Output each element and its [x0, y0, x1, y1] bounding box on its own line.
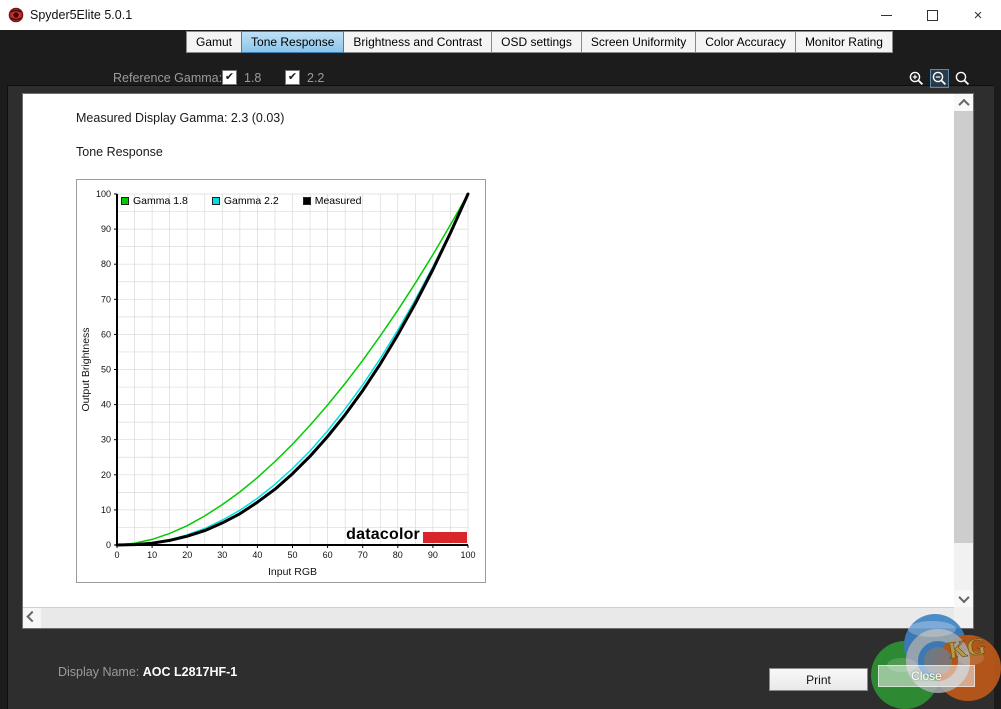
zoom-reset-icon [955, 71, 970, 86]
legend-label: Gamma 1.8 [133, 195, 188, 207]
legend-swatch-black [302, 197, 311, 205]
tab-screen-uniformity[interactable]: Screen Uniformity [580, 31, 697, 53]
chart-section-title: Tone Response [76, 145, 163, 159]
print-button[interactable]: Print [769, 668, 868, 691]
legend-swatch-cyan [211, 197, 220, 205]
datacolor-logo-text: datacolor [346, 526, 420, 543]
chart-legend: Gamma 1.8 Gamma 2.2 Measured [121, 195, 361, 207]
svg-text:80: 80 [101, 259, 111, 269]
chart-plot: 0 10 20 30 40 50 60 70 80 90 100 0 10 20 30 40 50 60 70 80 9… [80, 189, 476, 578]
legend-item-gamma-2-2: Gamma 2.2 [211, 195, 279, 207]
legend-swatch-green [121, 197, 129, 205]
reference-gamma-2-2-checkbox[interactable] [285, 70, 300, 85]
svg-text:20: 20 [182, 550, 192, 560]
reference-gamma-2-2-label: 2.2 [307, 71, 325, 85]
scroll-left-button[interactable] [23, 608, 41, 628]
tab-monitor-rating[interactable]: Monitor Rating [794, 31, 893, 53]
legend-item-measured: Measured [302, 195, 362, 207]
spyder-app-icon [8, 7, 24, 23]
svg-text:90: 90 [428, 550, 438, 560]
display-name-label: Display Name: [58, 665, 140, 679]
svg-text:Input RGB: Input RGB [268, 566, 317, 578]
zoom-out-icon [932, 71, 947, 86]
svg-text:40: 40 [101, 400, 111, 410]
reference-gamma-1-8-checkbox[interactable] [222, 70, 237, 85]
svg-text:30: 30 [101, 435, 111, 445]
datacolor-logo: datacolor [346, 527, 467, 546]
maximize-icon [926, 9, 938, 21]
chevron-down-icon [957, 591, 970, 603]
svg-text:70: 70 [101, 294, 111, 304]
svg-text:10: 10 [101, 505, 111, 515]
window-controls: × [863, 0, 1001, 30]
tab-brightness-and-contrast[interactable]: Brightness and Contrast [343, 31, 493, 53]
window-title: Spyder5Elite 5.0.1 [30, 8, 133, 22]
chevron-left-icon [26, 610, 38, 623]
scroll-up-button[interactable] [954, 94, 973, 111]
close-icon: × [973, 6, 983, 24]
tab-osd-settings[interactable]: OSD settings [491, 31, 582, 53]
svg-text:30: 30 [217, 550, 227, 560]
title-bar: Spyder5Elite 5.0.1 × [0, 0, 1001, 30]
vertical-scrollbar[interactable] [954, 94, 973, 607]
spyder5elite-window: Spyder5Elite 5.0.1 × Gamut Tone Response… [0, 0, 1001, 709]
scrollbar-corner [954, 607, 973, 628]
zoom-in-icon [909, 71, 924, 86]
vertical-scrollbar-thumb[interactable] [954, 111, 973, 543]
datacolor-logo-red-bar [423, 532, 467, 543]
tone-response-chart: 0 10 20 30 40 50 60 70 80 90 100 0 10 20 30 40 50 60 70 80 9… [76, 179, 486, 583]
svg-text:40: 40 [252, 550, 262, 560]
tab-color-accuracy[interactable]: Color Accuracy [695, 31, 796, 53]
close-window-button[interactable]: × [955, 0, 1001, 30]
svg-text:100: 100 [460, 550, 475, 560]
tab-tone-response[interactable]: Tone Response [241, 31, 345, 53]
maximize-button[interactable] [909, 0, 955, 30]
minimize-icon [880, 14, 892, 16]
svg-text:Output Brightness: Output Brightness [80, 327, 92, 411]
reference-gamma-1-8-label: 1.8 [244, 71, 262, 85]
svg-text:50: 50 [287, 550, 297, 560]
svg-text:90: 90 [101, 224, 111, 234]
display-name-value: AOC L2817HF-1 [142, 665, 238, 679]
svg-text:80: 80 [393, 550, 403, 560]
svg-text:0: 0 [114, 550, 119, 560]
zoom-reset-button[interactable] [953, 69, 972, 88]
svg-text:20: 20 [101, 470, 111, 480]
svg-text:70: 70 [358, 550, 368, 560]
legend-item-gamma-1-8: Gamma 1.8 [121, 195, 188, 207]
svg-text:0: 0 [106, 540, 111, 550]
close-button[interactable]: Close [878, 665, 975, 687]
horizontal-scrollbar[interactable] [23, 607, 954, 628]
chevron-up-icon [957, 98, 970, 110]
svg-text:100: 100 [96, 189, 111, 199]
minimize-button[interactable] [863, 0, 909, 30]
tab-bar: Gamut Tone Response Brightness and Contr… [186, 31, 893, 53]
report-panel: Measured Display Gamma: 2.3 (0.03) Tone … [22, 93, 974, 629]
legend-label: Gamma 2.2 [223, 195, 279, 207]
svg-text:60: 60 [323, 550, 333, 560]
zoom-out-button[interactable] [930, 69, 949, 88]
zoom-in-button[interactable] [907, 69, 926, 88]
reference-gamma-label: Reference Gamma: [113, 71, 223, 85]
measured-gamma-text: Measured Display Gamma: 2.3 (0.03) [76, 111, 285, 125]
svg-text:60: 60 [101, 329, 111, 339]
scroll-down-button[interactable] [954, 590, 973, 607]
tab-gamut[interactable]: Gamut [186, 31, 243, 53]
display-name: Display Name: AOC L2817HF-1 [58, 665, 237, 679]
svg-text:50: 50 [101, 365, 111, 375]
legend-label: Measured [314, 195, 362, 207]
svg-text:10: 10 [147, 550, 157, 560]
zoom-toolbar [907, 69, 972, 88]
